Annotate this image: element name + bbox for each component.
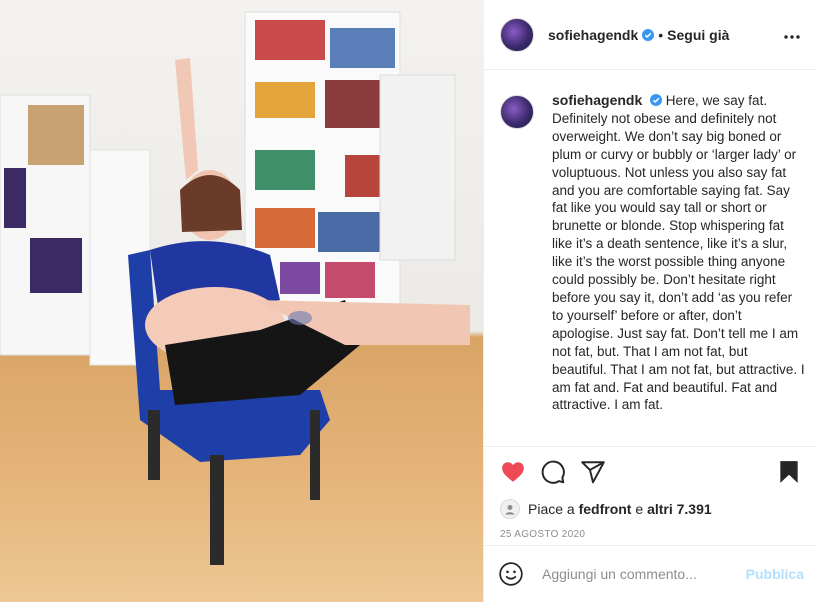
comment-composer: Pubblica <box>484 545 817 602</box>
follow-status-button[interactable]: Segui già <box>667 27 729 43</box>
post-side-panel: sofiehagendk • Segui già sofiehagendk He… <box>483 0 817 602</box>
caption-text: Here, we say fat. Definitely not obese a… <box>552 93 805 413</box>
header-separator: • <box>658 26 664 43</box>
more-options-icon[interactable] <box>783 24 801 45</box>
comment-icon[interactable] <box>540 459 566 485</box>
post-date[interactable]: 25 AGOSTO 2020 <box>500 529 802 540</box>
share-icon[interactable] <box>580 459 606 485</box>
liker-avatar[interactable] <box>500 499 520 519</box>
post-caption: sofiehagendk Here, we say fat. Definitel… <box>500 92 806 414</box>
heart-icon[interactable] <box>500 459 526 485</box>
liker-username[interactable]: fedfront <box>579 501 632 517</box>
likes-count-link[interactable]: altri 7.391 <box>647 501 712 517</box>
caption-author-avatar[interactable] <box>500 95 534 129</box>
likes-prefix: Piace a <box>528 501 575 517</box>
post-header: sofiehagendk • Segui già <box>484 0 817 70</box>
photo-illustration <box>0 11 470 565</box>
instagram-post: sofiehagendk • Segui già sofiehagendk He… <box>0 0 817 602</box>
author-avatar[interactable] <box>500 17 534 52</box>
caption-username[interactable]: sofiehagendk <box>552 92 642 108</box>
bookmark-icon[interactable] <box>776 459 802 485</box>
author-username[interactable]: sofiehagendk <box>548 27 638 43</box>
caption-text-block: sofiehagendk Here, we say fat. Definitel… <box>552 92 806 414</box>
publish-button[interactable]: Pubblica <box>746 566 804 582</box>
comment-input[interactable] <box>540 565 734 583</box>
likes-joiner: e <box>635 501 644 517</box>
verified-icon <box>650 94 663 106</box>
post-photo[interactable] <box>0 0 483 602</box>
likes-summary: Piace a fedfront e altri 7.391 <box>500 499 802 519</box>
emoji-icon[interactable] <box>498 561 524 587</box>
action-bar <box>500 459 802 485</box>
post-actions: Piace a fedfront e altri 7.391 25 AGOSTO… <box>484 446 817 540</box>
verified-icon <box>642 28 655 41</box>
